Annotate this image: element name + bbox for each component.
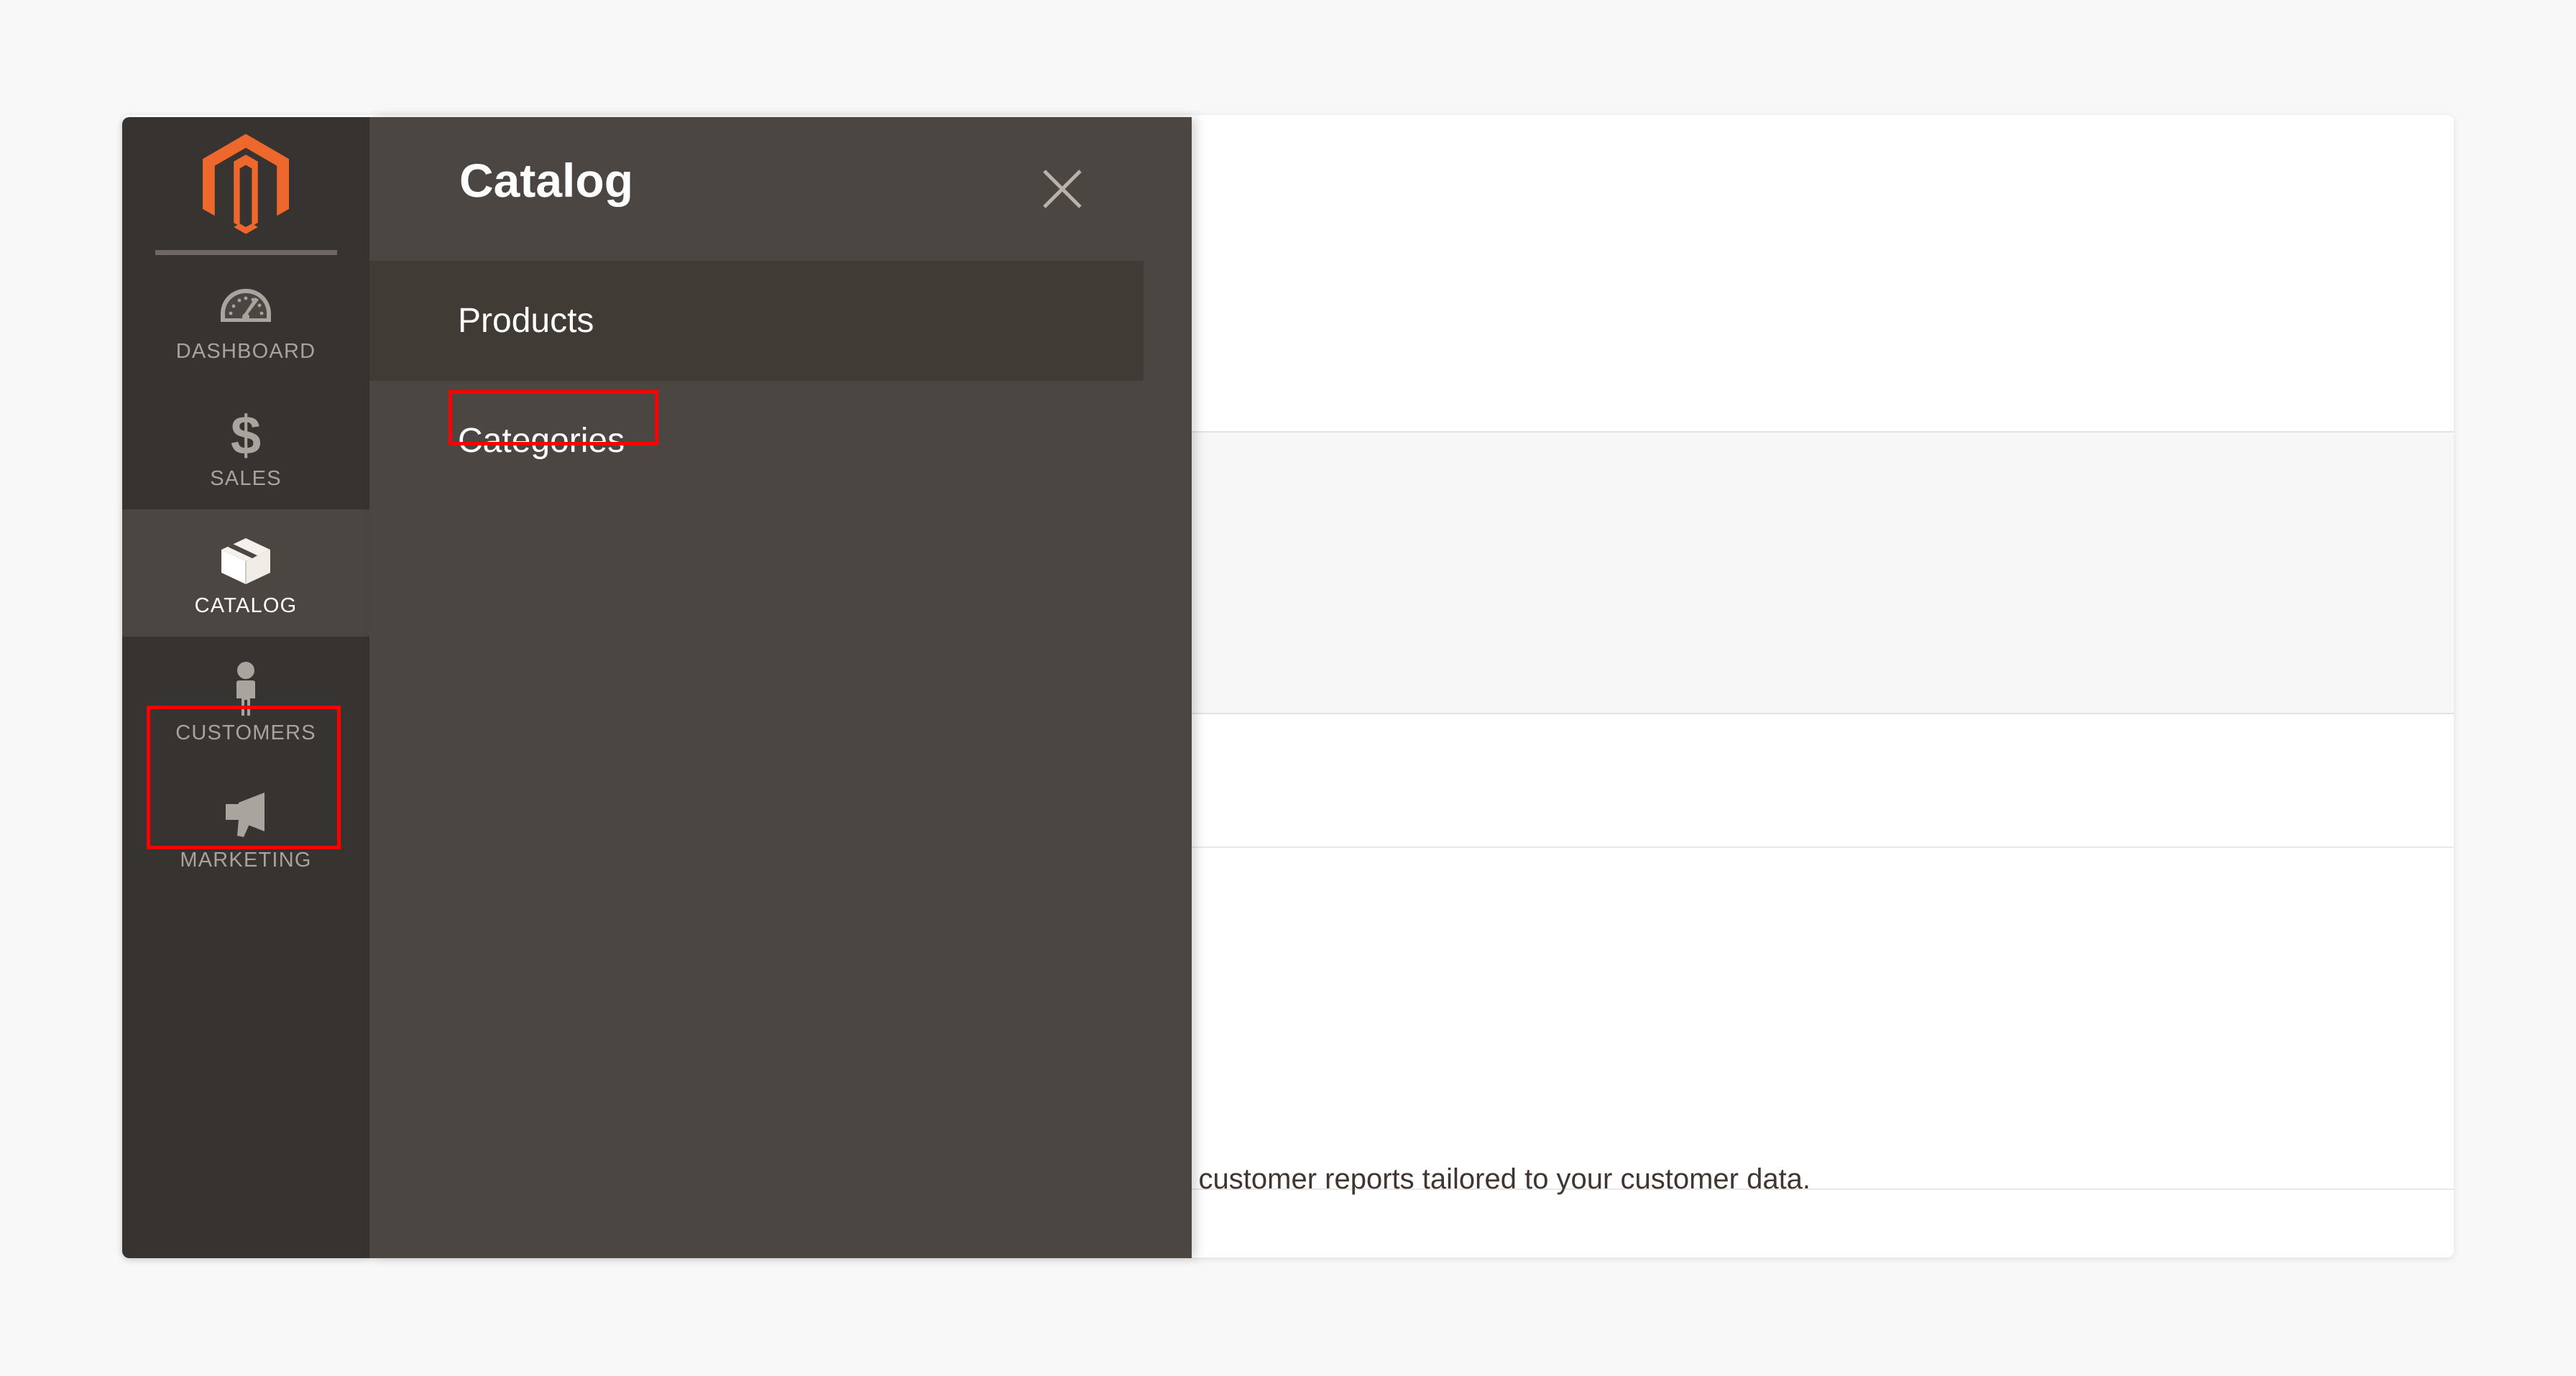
sidebar-item-label: SALES — [210, 467, 282, 490]
flyout-header: Catalog — [369, 117, 1192, 261]
sidebar-divider — [155, 250, 337, 255]
magento-logo[interactable] — [122, 117, 369, 250]
sidebar-item-catalog[interactable]: CATALOG — [122, 509, 369, 637]
flyout-menu: Products Categories — [369, 261, 1192, 501]
svg-text:$: $ — [231, 407, 261, 463]
flyout-title: Catalog — [459, 154, 634, 207]
dollar-sign-icon: $ — [122, 405, 369, 466]
dashboard-gauge-icon — [122, 280, 369, 333]
sidebar-item-dashboard[interactable]: DASHBOARD — [122, 255, 369, 382]
flyout-item-products[interactable]: Products — [369, 261, 1144, 381]
person-icon — [122, 661, 369, 716]
sidebar-item-label: DASHBOARD — [175, 340, 316, 363]
sidebar-item-customers[interactable]: CUSTOMERS — [122, 637, 369, 764]
sidebar-item-label: CATALOG — [194, 594, 298, 617]
megaphone-icon — [122, 788, 369, 841]
sidebar-item-label: CUSTOMERS — [175, 721, 316, 744]
sidebar-item-marketing[interactable]: MARKETING — [122, 764, 369, 891]
catalog-flyout-panel: Catalog Products Categories — [369, 117, 1192, 1258]
sidebar-item-sales[interactable]: $ SALES — [122, 382, 369, 509]
admin-sidebar: DASHBOARD $ SALES CATALOG CUSTOMERS MARK… — [122, 117, 369, 1258]
box-package-icon — [122, 534, 369, 587]
sidebar-item-label: MARKETING — [180, 849, 312, 872]
flyout-item-categories[interactable]: Categories — [369, 381, 1144, 501]
close-x-icon[interactable] — [1034, 160, 1091, 218]
